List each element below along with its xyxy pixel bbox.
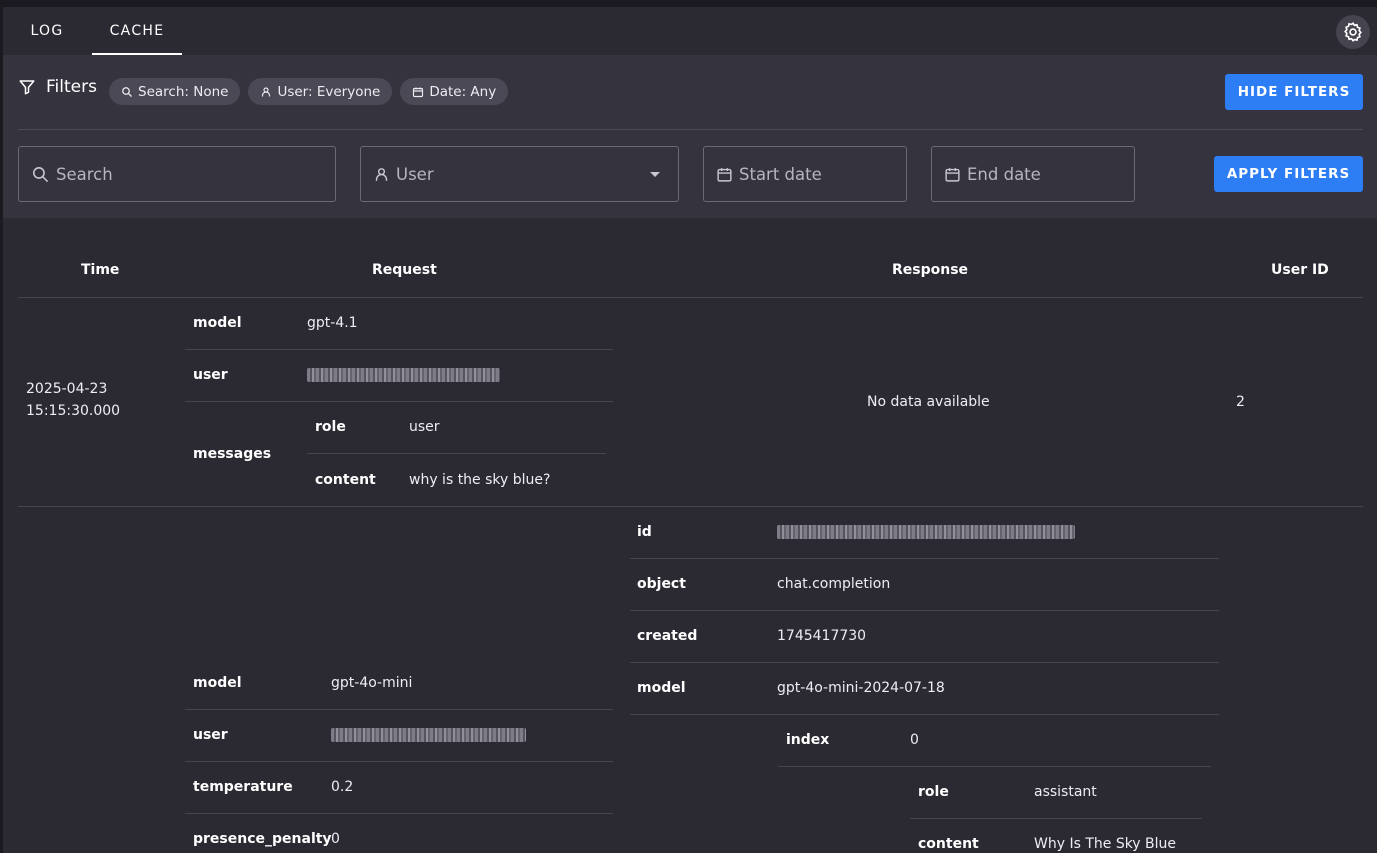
row2-req-divider-3	[185, 813, 613, 814]
user-icon	[262, 86, 271, 96]
row1-msg-content-key: content	[315, 472, 376, 488]
row1-time-clock: 15:15:30.000	[26, 403, 121, 419]
row1-msg-role-key: role	[315, 419, 346, 435]
row2-resp-content-key: content	[918, 836, 979, 852]
chip-date[interactable]: Date: Any	[400, 78, 509, 105]
row2-resp-index-key: index	[786, 732, 830, 748]
row2-req-model-key: model	[193, 675, 242, 691]
filters-header: Filters	[18, 77, 97, 97]
calendar-icon	[413, 87, 424, 97]
row2-resp-divider-2	[630, 610, 1219, 611]
search-input[interactable]: Search	[18, 146, 336, 202]
row2-resp-model-value: gpt-4o-mini-2024-07-18	[777, 680, 945, 696]
row2-resp-id-key: id	[637, 524, 652, 540]
row2-req-divider-1	[185, 709, 613, 710]
row1-req-divider-1	[185, 349, 613, 350]
app-window: LOG CACHE Filters Search: None User: Eve…	[3, 7, 1377, 853]
row2-req-user-redacted	[331, 728, 526, 742]
filters-divider	[18, 129, 1363, 130]
cache-table: Time Request Response User ID 2025-04-23…	[3, 218, 1377, 853]
row2-resp-divider-1	[630, 558, 1219, 559]
row2-resp-created-value: 1745417730	[777, 628, 867, 644]
row1-req-model-value: gpt-4.1	[307, 315, 358, 331]
row2-req-divider-2	[185, 761, 613, 762]
chip-search-label: Search: None	[138, 83, 229, 100]
user-select[interactable]: User	[360, 146, 679, 202]
chevron-down-icon	[650, 172, 660, 177]
row2-resp-content-value: Why Is The Sky Blue	[1034, 836, 1177, 852]
tab-cache[interactable]: CACHE	[92, 7, 182, 55]
row2-req-model-value: gpt-4o-mini	[331, 675, 413, 691]
row1-response-empty: No data available	[867, 394, 990, 410]
row2-resp-object-value: chat.completion	[777, 576, 891, 592]
chip-user-label: User: Everyone	[277, 83, 381, 100]
header-divider	[18, 297, 1363, 298]
tab-log[interactable]: LOG	[18, 7, 76, 55]
window-top-strip	[0, 0, 1377, 7]
calendar-icon	[945, 167, 960, 182]
row2-resp-divider-4	[630, 714, 1219, 715]
row2-resp-role-value: assistant	[1034, 784, 1097, 800]
start-date-field[interactable]: Start date	[703, 146, 907, 202]
user-placeholder: User	[396, 164, 434, 184]
row2-resp-divider-3	[630, 662, 1219, 663]
row2-resp-model-key: model	[637, 680, 686, 696]
row1-req-messages-key: messages	[193, 446, 272, 462]
row2-req-presence-key: presence_penalty	[193, 831, 332, 847]
row1-req-divider-2	[185, 401, 613, 402]
column-header-user-id: User ID	[1271, 262, 1329, 278]
apply-filters-button[interactable]: APPLY FILTERS	[1214, 156, 1363, 192]
row1-req-user-key: user	[193, 367, 228, 383]
filter-chips: Search: None User: Everyone Date: Any	[109, 78, 509, 105]
chip-user[interactable]: User: Everyone	[248, 78, 393, 105]
end-date-placeholder: End date	[967, 164, 1041, 184]
filter-icon	[19, 80, 35, 95]
row1-time-date: 2025-04-23	[26, 381, 108, 397]
calendar-icon	[717, 167, 732, 182]
row-divider	[18, 506, 1363, 507]
column-header-response: Response	[892, 262, 969, 278]
column-header-request: Request	[372, 262, 437, 278]
user-icon	[375, 167, 388, 181]
hide-filters-button[interactable]: HIDE FILTERS	[1225, 74, 1363, 110]
row2-resp-index-value: 0	[910, 732, 919, 748]
row1-msg-role-value: user	[409, 419, 440, 435]
row2-resp-id-redacted	[777, 525, 1075, 539]
row2-req-user-key: user	[193, 727, 228, 743]
row2-req-temperature-key: temperature	[193, 779, 293, 795]
settings-button[interactable]	[1336, 15, 1370, 49]
filters-panel: Filters Search: None User: Everyone Date…	[3, 55, 1377, 218]
filters-title: Filters	[46, 77, 97, 97]
row2-resp-created-key: created	[637, 628, 698, 644]
row1-msg-divider	[307, 453, 606, 454]
row2-resp-divider-5	[778, 766, 1211, 767]
chip-date-label: Date: Any	[429, 83, 497, 100]
row2-resp-object-key: object	[637, 576, 686, 592]
search-icon	[32, 166, 49, 182]
start-date-placeholder: Start date	[739, 164, 822, 184]
row2-resp-role-key: role	[918, 784, 949, 800]
gear-icon	[1344, 22, 1362, 42]
end-date-field[interactable]: End date	[931, 146, 1135, 202]
column-header-time: Time	[81, 262, 120, 278]
tab-bar: LOG CACHE	[3, 7, 1377, 55]
row1-req-user-redacted	[307, 368, 500, 382]
chip-search[interactable]: Search: None	[109, 78, 241, 105]
row2-resp-divider-6	[910, 818, 1202, 819]
row1-user-id: 2	[1236, 394, 1245, 410]
search-placeholder: Search	[56, 164, 113, 184]
row2-req-presence-value: 0	[331, 831, 340, 847]
row1-req-model-key: model	[193, 315, 242, 331]
row2-req-temperature-value: 0.2	[331, 779, 354, 795]
row1-msg-content-value: why is the sky blue?	[409, 472, 551, 488]
search-icon	[122, 86, 132, 97]
